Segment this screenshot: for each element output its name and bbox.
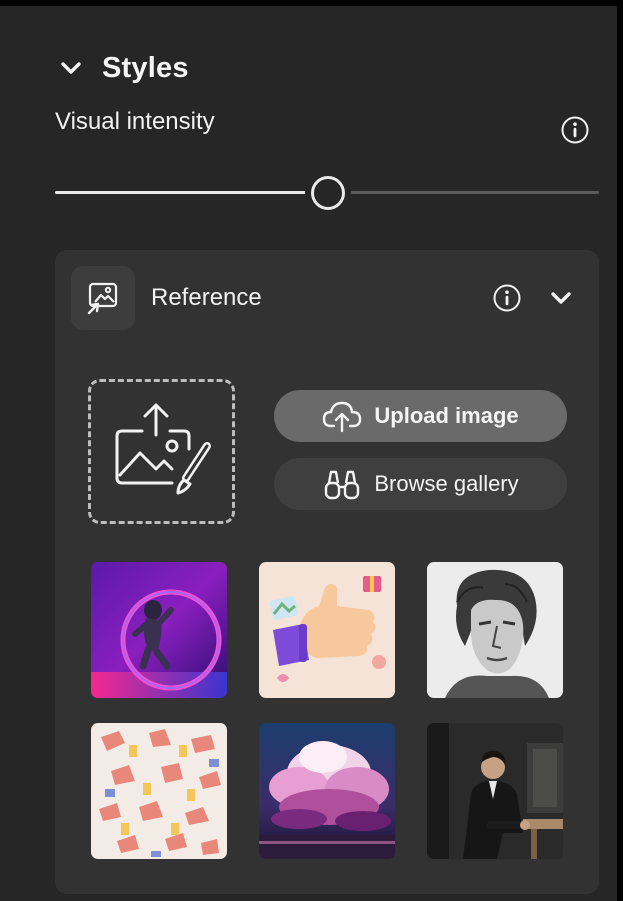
image-reference-icon bbox=[71, 266, 135, 330]
panel-top-edge bbox=[0, 0, 617, 6]
styles-section-toggle[interactable]: Styles bbox=[58, 50, 189, 86]
gallery-thumb-neon-astronaut[interactable] bbox=[91, 562, 227, 698]
upload-image-button[interactable]: Upload image bbox=[274, 390, 567, 442]
styles-section-title: Styles bbox=[102, 51, 189, 84]
reference-card: Reference Upload image Browse gallery bbox=[55, 250, 599, 894]
chevron-down-icon bbox=[58, 55, 84, 81]
gallery-thumb-man-in-suit[interactable] bbox=[427, 723, 563, 859]
info-icon[interactable] bbox=[560, 115, 590, 145]
cloud-upload-icon bbox=[322, 398, 362, 434]
visual-intensity-label: Visual intensity bbox=[55, 108, 215, 135]
slider-thumb[interactable] bbox=[311, 176, 345, 210]
gallery-thumb-engraved-portrait[interactable] bbox=[427, 562, 563, 698]
styles-panel: Styles Visual intensity Reference Upload… bbox=[0, 0, 617, 901]
upload-image-label: Upload image bbox=[374, 403, 519, 428]
chevron-down-icon[interactable] bbox=[548, 285, 574, 311]
binoculars-icon bbox=[322, 466, 362, 502]
info-icon[interactable] bbox=[492, 283, 522, 313]
browse-gallery-button[interactable]: Browse gallery bbox=[274, 458, 567, 510]
image-upload-icon bbox=[112, 401, 212, 502]
reference-title: Reference bbox=[151, 284, 262, 311]
browse-gallery-label: Browse gallery bbox=[374, 471, 519, 496]
gallery-thumb-pink-clouds[interactable] bbox=[259, 723, 395, 859]
image-drop-zone[interactable] bbox=[88, 379, 235, 524]
gallery-thumb-thumbs-up-3d[interactable] bbox=[259, 562, 395, 698]
gallery-thumb-hands-pattern[interactable] bbox=[91, 723, 227, 859]
slider-fill bbox=[55, 191, 327, 194]
visual-intensity-slider[interactable] bbox=[55, 176, 599, 210]
